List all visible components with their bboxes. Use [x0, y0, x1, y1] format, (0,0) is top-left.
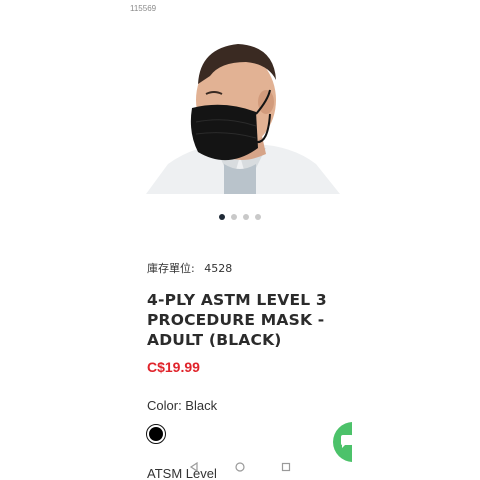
sku-value: 4528 — [204, 262, 233, 275]
carousel-dot-3[interactable] — [243, 214, 249, 220]
phone-screen: 115569 庫存單位: 4528 4-PLY ASTM LEVEL 3 PRO… — [128, 0, 352, 480]
product-title: 4-PLY ASTM LEVEL 3 PROCEDURE MASK - ADUL… — [147, 291, 327, 349]
carousel-dot-2[interactable] — [231, 214, 237, 220]
product-image[interactable] — [128, 14, 352, 194]
chat-bubble-icon — [341, 435, 352, 448]
system-nav-bar — [128, 458, 352, 476]
sku-label: 庫存單位: — [147, 262, 195, 275]
carousel-dot-4[interactable] — [255, 214, 261, 220]
square-recents-icon[interactable] — [281, 462, 291, 472]
color-label: Color: Black — [147, 398, 218, 413]
triangle-back-icon[interactable] — [189, 462, 199, 472]
carousel-dot-1[interactable] — [219, 214, 225, 220]
carousel-indicator — [128, 214, 352, 220]
circle-home-icon[interactable] — [235, 462, 245, 472]
chat-button[interactable] — [333, 422, 352, 462]
color-swatch-black[interactable] — [146, 424, 166, 444]
swatch-fill — [149, 427, 163, 441]
sku-row: 庫存單位: 4528 — [147, 260, 232, 276]
product-price: C$19.99 — [147, 359, 200, 375]
status-id-text: 115569 — [130, 4, 157, 13]
product-photo-illustration — [128, 14, 352, 194]
